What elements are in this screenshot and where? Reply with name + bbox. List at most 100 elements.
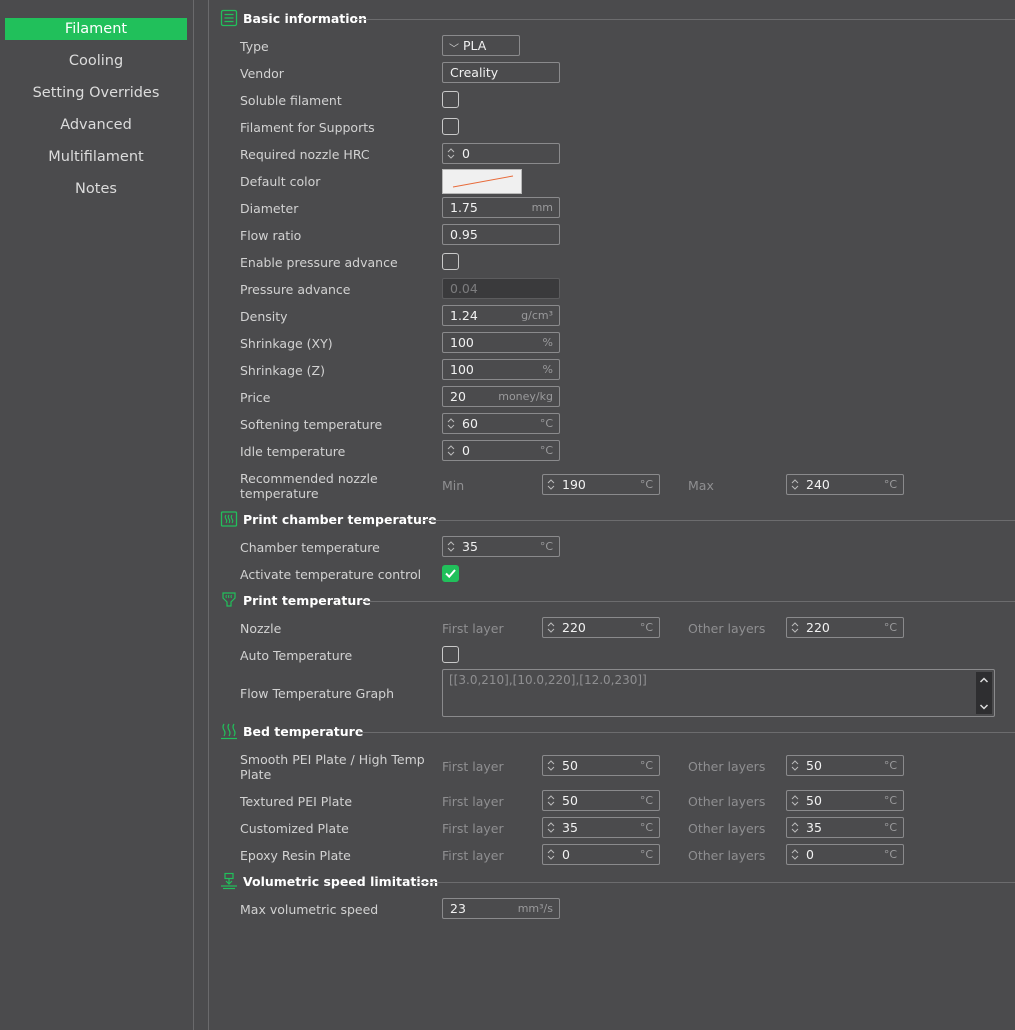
vendor-field[interactable]: Creality [442, 62, 560, 83]
softening-unit: °C [539, 417, 553, 430]
spin-arrows-icon[interactable] [546, 477, 556, 492]
bed-other-value: 50 [806, 793, 822, 808]
idle-value: 0 [462, 443, 470, 458]
textarea-scrollbar[interactable] [976, 672, 992, 714]
textured-pei-first-layer-spinner[interactable]: 50 °C [542, 790, 660, 811]
sidebar-item-notes[interactable]: Notes [5, 178, 187, 200]
color-label: Default color [240, 174, 321, 189]
diameter-label: Diameter [240, 201, 299, 216]
chamber-temp-spinner[interactable]: 35 °C [442, 536, 560, 557]
flow-value: 0.95 [450, 227, 478, 242]
first-layer-label: First layer [442, 848, 504, 863]
type-dropdown[interactable]: ﹀ PLA [442, 35, 520, 56]
spin-arrows-icon[interactable] [790, 847, 800, 862]
supports-label: Filament for Supports [240, 120, 375, 135]
sidebar-item-setting-overrides[interactable]: Setting Overrides [5, 82, 187, 104]
type-value: PLA [463, 38, 487, 53]
color-picker-button[interactable] [442, 169, 522, 194]
diameter-field[interactable]: 1.75 mm [442, 197, 560, 218]
max-volumetric-unit: mm³/s [517, 902, 553, 915]
sidebar-item-filament[interactable]: Filament [5, 18, 187, 40]
nozzle-first-layer-spinner[interactable]: 220 °C [542, 617, 660, 638]
softening-spinner[interactable]: 60 °C [442, 413, 560, 434]
density-unit: g/cm³ [521, 309, 553, 322]
rec-max-unit: °C [883, 478, 897, 491]
spin-arrows-icon[interactable] [446, 443, 456, 458]
idle-spinner[interactable]: 0 °C [442, 440, 560, 461]
bed-heat-icon [220, 722, 238, 740]
section-title-text: Print temperature [243, 592, 371, 608]
spin-arrows-icon[interactable] [446, 416, 456, 431]
smooth-pei-other-layers-spinner[interactable]: 50 °C [786, 755, 904, 776]
section-divider [416, 882, 1015, 883]
first-layer-label: First layer [442, 759, 504, 774]
price-unit: money/kg [498, 390, 553, 403]
spin-arrows-icon[interactable] [546, 620, 556, 635]
pressure-advance-checkbox[interactable] [442, 253, 459, 270]
spin-arrows-icon[interactable] [790, 820, 800, 835]
soluble-checkbox[interactable] [442, 91, 459, 108]
volumetric-speed-icon [220, 872, 238, 890]
spin-arrows-icon[interactable] [790, 793, 800, 808]
section-divider [363, 601, 1015, 602]
plate-name-textured-pei: Textured PEI Plate [240, 794, 353, 809]
temp-control-checkbox[interactable] [442, 565, 459, 582]
vendor-value: Creality [450, 65, 499, 80]
flow-ratio-field[interactable]: 0.95 [442, 224, 560, 245]
supports-checkbox[interactable] [442, 118, 459, 135]
type-label: Type [240, 39, 269, 54]
bed-other-value: 50 [806, 758, 822, 773]
rec-min-spinner[interactable]: 190 °C [542, 474, 660, 495]
chamber-heat-icon [220, 510, 238, 528]
shrink-z-field[interactable]: 100 % [442, 359, 560, 380]
flow-graph-textarea[interactable]: [[3.0,210],[10.0,220],[12.0,230]] [442, 669, 995, 717]
density-label: Density [240, 309, 288, 324]
density-field[interactable]: 1.24 g/cm³ [442, 305, 560, 326]
section-title-text: Basic information [243, 10, 368, 26]
section-divider [358, 732, 1015, 733]
price-label: Price [240, 390, 271, 405]
spin-arrows-icon[interactable] [546, 758, 556, 773]
nozzle-other-layers-spinner[interactable]: 220 °C [786, 617, 904, 638]
nozzle-other-unit: °C [883, 621, 897, 634]
hrc-spinner[interactable]: 0 [442, 143, 560, 164]
epoxy-other-layers-spinner[interactable]: 0 °C [786, 844, 904, 865]
spin-arrows-icon[interactable] [446, 539, 456, 554]
auto-temp-label: Auto Temperature [240, 648, 353, 663]
nozzle-first-unit: °C [639, 621, 653, 634]
pa-value: 0.04 [450, 281, 478, 296]
spin-arrows-icon[interactable] [790, 477, 800, 492]
auto-temp-checkbox[interactable] [442, 646, 459, 663]
spin-arrows-icon[interactable] [546, 847, 556, 862]
price-field[interactable]: 20 money/kg [442, 386, 560, 407]
sidebar-item-multifilament[interactable]: Multifilament [5, 146, 187, 168]
spin-arrows-icon[interactable] [546, 820, 556, 835]
sidebar-item-advanced[interactable]: Advanced [5, 114, 187, 136]
epoxy-first-layer-spinner[interactable]: 0 °C [542, 844, 660, 865]
bed-unit: °C [639, 794, 653, 807]
spin-arrows-icon[interactable] [546, 793, 556, 808]
spin-arrows-icon[interactable] [790, 758, 800, 773]
section-basic-information: Basic information [220, 8, 367, 28]
smooth-pei-first-layer-spinner[interactable]: 50 °C [542, 755, 660, 776]
scroll-down-icon[interactable] [979, 704, 989, 710]
bed-first-value: 50 [562, 758, 578, 773]
textured-pei-other-layers-spinner[interactable]: 50 °C [786, 790, 904, 811]
chamber-temp-value: 35 [462, 539, 478, 554]
section-title-text: Bed temperature [243, 723, 364, 739]
max-volumetric-field[interactable]: 23 mm³/s [442, 898, 560, 919]
other-layers-label: Other layers [688, 821, 766, 836]
softening-label: Softening temperature [240, 417, 383, 432]
sidebar-item-cooling[interactable]: Cooling [5, 50, 187, 72]
shrink-z-value: 100 [450, 362, 474, 377]
rec-nozzle-label-1: Recommended nozzle [240, 471, 378, 486]
rec-max-spinner[interactable]: 240 °C [786, 474, 904, 495]
shrink-xy-unit: % [542, 336, 553, 349]
customized-first-layer-spinner[interactable]: 35 °C [542, 817, 660, 838]
scroll-up-icon[interactable] [979, 677, 989, 683]
shrink-xy-field[interactable]: 100 % [442, 332, 560, 353]
spin-arrows-icon[interactable] [790, 620, 800, 635]
hrc-value: 0 [462, 146, 470, 161]
customized-other-layers-spinner[interactable]: 35 °C [786, 817, 904, 838]
spin-arrows-icon[interactable] [446, 146, 456, 161]
